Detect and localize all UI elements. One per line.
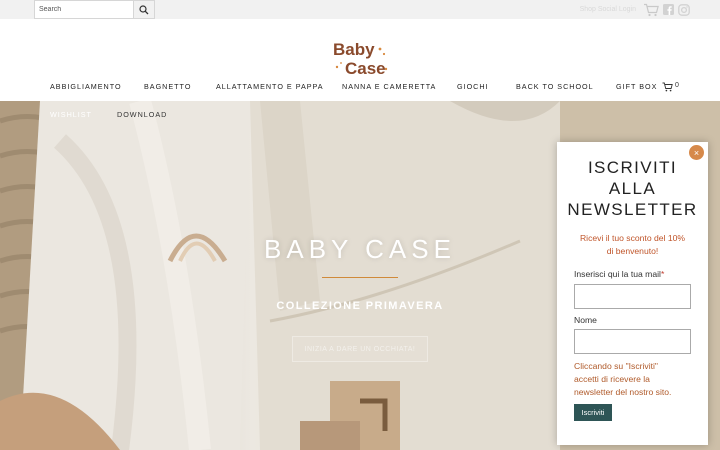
- close-icon[interactable]: ×: [689, 145, 704, 160]
- logo-line1: Baby: [333, 40, 375, 59]
- top-utility-bar: Shop Social Login: [0, 0, 720, 19]
- search-form: [34, 0, 155, 19]
- newsletter-popup: ISCRIVITI ALLA NEWSLETTER Ricevi il tuo …: [557, 142, 708, 445]
- newsletter-disclaimer-line1: Cliccando su "Iscriviti": [574, 361, 658, 371]
- search-icon: [139, 4, 149, 15]
- nav-cart[interactable]: 0: [662, 82, 679, 92]
- newsletter-disclaimer: Cliccando su "Iscriviti" accetti di rice…: [574, 360, 696, 399]
- nav-item-abbigliamento[interactable]: ABBIGLIAMENTO: [50, 82, 122, 94]
- newsletter-disclaimer-line3: newsletter del nostro sito.: [574, 387, 672, 397]
- topbar-text[interactable]: Shop Social Login: [580, 6, 636, 13]
- cart-icon: [662, 82, 673, 92]
- newsletter-promo: Ricevi il tuo sconto del 10% di benvenut…: [571, 232, 694, 258]
- facebook-icon[interactable]: [663, 4, 674, 15]
- email-label-text: Inserisci qui la tua mail: [574, 269, 661, 279]
- cart-count: 0: [675, 82, 679, 89]
- nav-item-back-to-school[interactable]: BACK TO SCHOOL: [516, 82, 594, 94]
- nav-item-allattamento-e-pappa[interactable]: ALLATTAMENTO E PAPPA: [216, 82, 324, 94]
- email-field[interactable]: [574, 284, 691, 309]
- logo-line2: Case: [345, 59, 386, 78]
- newsletter-title: ISCRIVITI ALLA NEWSLETTER: [557, 157, 708, 220]
- topbar-right: Shop Social Login: [580, 0, 690, 19]
- hero-divider: [322, 277, 398, 278]
- nav-item-bagnetto[interactable]: BAGNETTO: [144, 82, 191, 94]
- newsletter-title-line3: NEWSLETTER: [567, 200, 698, 219]
- newsletter-promo-line1: Ricevi il tuo sconto del 10%: [579, 233, 686, 243]
- site-logo[interactable]: Baby Case: [331, 37, 391, 79]
- newsletter-promo-line2: di benvenuto!: [606, 246, 659, 256]
- newsletter-disclaimer-line2: accetti di ricevere la: [574, 374, 650, 384]
- search-input[interactable]: [34, 0, 134, 19]
- nav-item-giochi[interactable]: GIOCHI: [457, 82, 489, 94]
- nav-item-nanna-e-cameretta[interactable]: NANNA E CAMERETTA: [342, 82, 436, 94]
- name-field[interactable]: [574, 329, 691, 354]
- nav-item-wishlist[interactable]: WISHLIST: [50, 110, 92, 122]
- search-button[interactable]: [134, 0, 155, 19]
- subscribe-button[interactable]: Iscriviti: [574, 404, 612, 421]
- instagram-icon[interactable]: [678, 3, 690, 16]
- name-label: Nome: [574, 315, 597, 325]
- nav-item-download[interactable]: DOWNLOAD: [117, 110, 167, 122]
- required-marker: *: [660, 269, 665, 279]
- email-label: Inserisci qui la tua mail*: [574, 269, 664, 279]
- newsletter-title-line1: ISCRIVITI: [587, 158, 678, 177]
- cart-icon[interactable]: [643, 3, 659, 17]
- main-nav: ABBIGLIAMENTO BAGNETTO ALLATTAMENTO E PA…: [0, 82, 720, 101]
- nav-item-gift-box[interactable]: GIFT BOX: [616, 82, 657, 94]
- newsletter-title-line2: ALLA: [608, 179, 657, 198]
- hero-cta-button[interactable]: INIZIA A DARE UN OCCHIATA!: [292, 336, 428, 362]
